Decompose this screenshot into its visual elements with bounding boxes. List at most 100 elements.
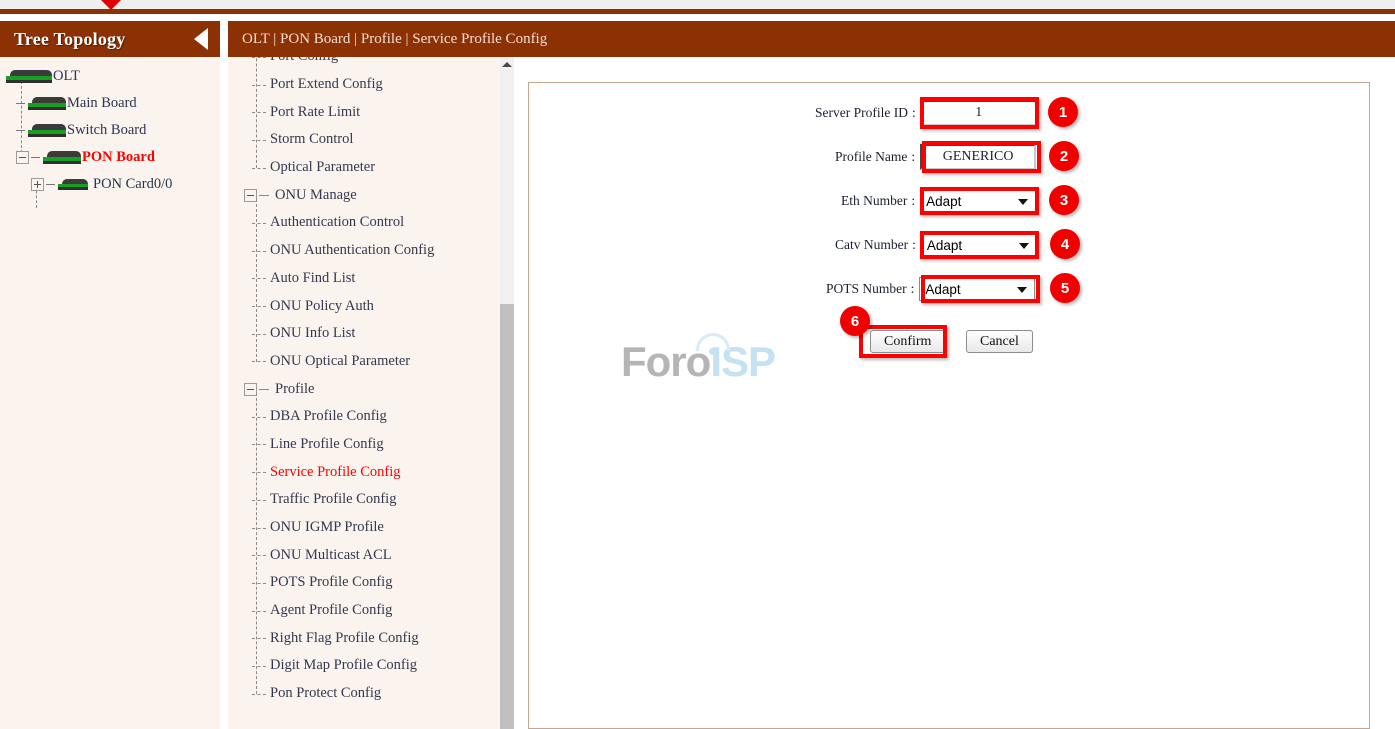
eth-number-value: Adapt [926, 193, 962, 209]
tree-item-label: PON Card0/0 [93, 175, 173, 192]
nav-item-pon-protect-config[interactable]: Pon Protect Config [240, 680, 513, 708]
collapse-left-arrow-icon[interactable] [194, 28, 208, 50]
field-row-server-profile-id: Server Profile ID : 1 [815, 100, 1037, 126]
nav-item-right-flag-profile-config[interactable]: Right Flag Profile Config [240, 624, 513, 652]
nav-item-onu-manage[interactable]: ONU Manage [240, 181, 513, 209]
nav-connector-elbow [240, 541, 270, 569]
nav-connector-elbow [240, 348, 270, 376]
tree-item-label: Switch Board [67, 121, 147, 138]
server-profile-id-input[interactable]: 1 [920, 100, 1037, 126]
field-label: Eth Number [841, 193, 908, 208]
tree-item-switch-board[interactable]: Switch Board [0, 117, 220, 143]
step-badge-2: 2 [1049, 141, 1079, 171]
navigation-panel: Port Config Port Extend Config Port Rate L… [228, 57, 513, 729]
nav-item-label: POTS Profile Config [270, 574, 393, 591]
nav-item-label: Digit Map Profile Config [270, 657, 418, 674]
step-badge-5: 5 [1050, 273, 1080, 303]
tree-item-olt[interactable]: OLT [0, 63, 220, 89]
nav-item-label: Service Profile Config [270, 463, 401, 480]
top-strip [0, 0, 1395, 10]
eth-number-select[interactable]: Adapt [920, 189, 1037, 213]
nav-connector-elbow [240, 126, 270, 154]
chevron-down-icon [1018, 199, 1029, 205]
nav-item-profile[interactable]: Profile [240, 375, 513, 403]
nav-item-optical-parameter[interactable]: Optical Parameter [240, 154, 513, 182]
nav-connector-elbow [240, 265, 270, 293]
nav-item-line-profile-config[interactable]: Line Profile Config [240, 431, 513, 459]
nav-connector-elbow [240, 431, 270, 459]
nav-item-port-extend-config[interactable]: Port Extend Config [240, 71, 513, 99]
service-profile-form-panel: ForoISP [528, 82, 1370, 729]
top-accent-rule [0, 9, 1395, 14]
nav-connector-elbow [240, 597, 270, 625]
scroll-up-arrow-icon[interactable] [500, 57, 514, 71]
nav-connector-elbow [240, 292, 270, 320]
profile-name-input[interactable]: GENERICO [920, 144, 1037, 170]
tree-item-label: PON Board [82, 148, 155, 165]
sidebar-header: Tree Topology [0, 21, 220, 57]
nav-item-onu-multicast-acl[interactable]: ONU Multicast ACL [240, 541, 513, 569]
nav-item-pots-profile-config[interactable]: POTS Profile Config [240, 569, 513, 597]
nav-item-onu-authentication-config[interactable]: ONU Authentication Config [240, 237, 513, 265]
tree-collapse-toggle[interactable] [16, 150, 29, 164]
field-colon: : [910, 281, 915, 296]
confirm-button[interactable]: Confirm [870, 330, 946, 353]
nav-item-label: ONU Policy Auth [270, 297, 374, 314]
nav-connector-elbow [240, 71, 270, 99]
nav-item-label: DBA Profile Config [270, 408, 387, 425]
nav-item-label: ONU Multicast ACL [270, 546, 392, 563]
tree-item-pon-card[interactable]: PON Card0/0 [0, 171, 220, 197]
tree-topology-sidebar: Tree Topology OLT Main Board Switch Boar… [0, 21, 220, 729]
field-label: Server Profile ID [815, 105, 908, 120]
nav-item-agent-profile-config[interactable]: Agent Profile Config [240, 597, 513, 625]
nav-item-traffic-profile-config[interactable]: Traffic Profile Config [240, 486, 513, 514]
catv-number-select[interactable]: Adapt [920, 233, 1037, 257]
step-badge-1: 1 [1048, 97, 1078, 127]
field-row-catv-number: Catv Number : Adapt [835, 233, 1037, 257]
nav-item-onu-igmp-profile[interactable]: ONU IGMP Profile [240, 514, 513, 542]
tree-item-label: OLT [53, 67, 80, 84]
field-colon: : [912, 237, 916, 252]
cancel-button[interactable]: Cancel [966, 330, 1033, 353]
tree-item-pon-board[interactable]: PON Board [0, 144, 220, 170]
nav-item-label: Optical Parameter [270, 159, 376, 176]
nav-item-authentication-control[interactable]: Authentication Control [240, 209, 513, 237]
field-colon: : [911, 193, 916, 208]
nav-item-port-rate-limit[interactable]: Port Rate Limit [240, 98, 513, 126]
tree-item-main-board[interactable]: Main Board [0, 90, 220, 116]
nav-item-port-config[interactable]: Port Config [240, 57, 513, 71]
nav-item-digit-map-profile-config[interactable]: Digit Map Profile Config [240, 652, 513, 680]
application-window: Tree Topology OLT Main Board Switch Boar… [0, 0, 1395, 729]
nav-item-service-profile-config[interactable]: Service Profile Config [240, 458, 513, 486]
tree-connector-dash [31, 156, 40, 158]
nav-connector-elbow [240, 569, 270, 597]
chevron-down-icon [1018, 243, 1029, 249]
nav-item-label: Pon Protect Config [270, 685, 382, 702]
nav-item-label: ONU Authentication Config [270, 242, 435, 259]
nav-item-onu-policy-auth[interactable]: ONU Policy Auth [240, 292, 513, 320]
nav-item-label: Profile [275, 380, 315, 397]
pots-number-select[interactable]: Adapt [919, 277, 1036, 301]
nav-item-storm-control[interactable]: Storm Control [240, 126, 513, 154]
scrollbar-thumb[interactable] [500, 304, 514, 729]
nav-item-onu-info-list[interactable]: ONU Info List [240, 320, 513, 348]
nav-item-label: ONU Info List [270, 325, 356, 342]
nav-item-dba-profile-config[interactable]: DBA Profile Config [240, 403, 513, 431]
step-badge-6: 6 [840, 306, 870, 336]
field-label: Catv Number [835, 237, 909, 252]
pots-number-value: Adapt [925, 281, 961, 297]
nav-item-label: Line Profile Config [270, 435, 384, 452]
navigation-list: Port Config Port Extend Config Port Rate L… [228, 57, 513, 708]
content-header: OLT | PON Board | Profile | Service Prof… [228, 21, 1395, 57]
nav-item-label: Right Flag Profile Config [270, 629, 419, 646]
step-badge-3: 3 [1049, 185, 1079, 215]
nav-connector-elbow [240, 403, 270, 431]
navigation-scrollbar[interactable] [500, 57, 514, 729]
nav-item-onu-optical-parameter[interactable]: ONU Optical Parameter [240, 348, 513, 376]
field-row-profile-name: Profile Name : GENERICO [835, 144, 1037, 170]
nav-item-auto-find-list[interactable]: Auto Find List [240, 265, 513, 293]
tree-expand-toggle[interactable] [31, 177, 44, 191]
page-title: Tree Topology [14, 28, 126, 49]
nav-connector-elbow [240, 514, 270, 542]
field-colon: : [911, 149, 916, 164]
